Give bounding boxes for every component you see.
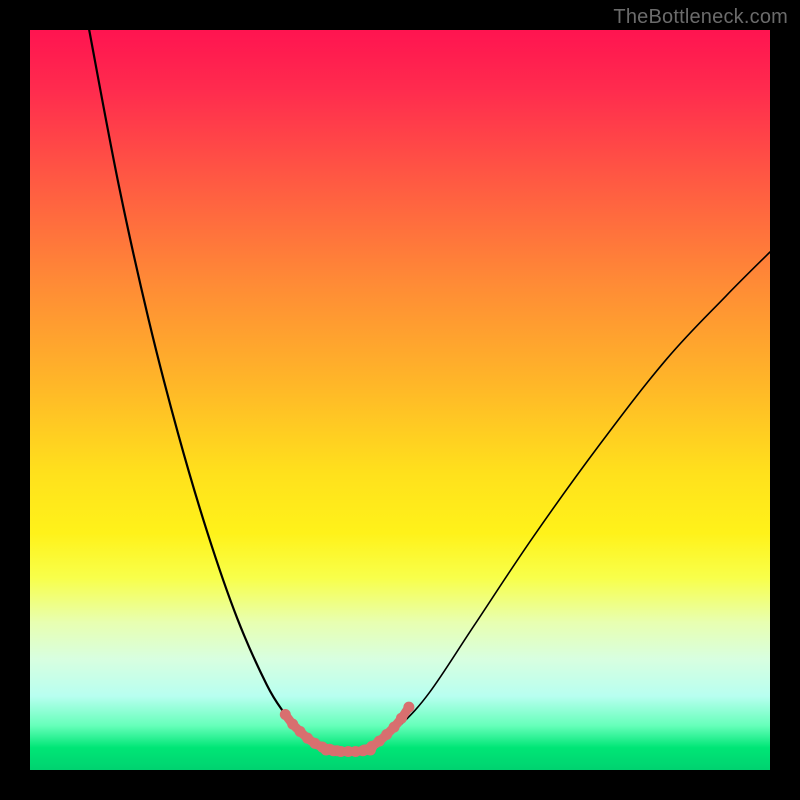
watermark-text: TheBottleneck.com: [613, 6, 788, 29]
highlight-right-point: [396, 713, 407, 724]
curve-layer: [30, 30, 770, 770]
highlight-right-point: [389, 722, 400, 733]
chart-frame: TheBottleneck.com: [0, 0, 800, 800]
highlight-right-point: [403, 702, 414, 713]
right-curve: [370, 252, 770, 748]
plot-area: [30, 30, 770, 770]
left-curve: [89, 30, 318, 748]
highlight-left-point: [280, 709, 291, 720]
